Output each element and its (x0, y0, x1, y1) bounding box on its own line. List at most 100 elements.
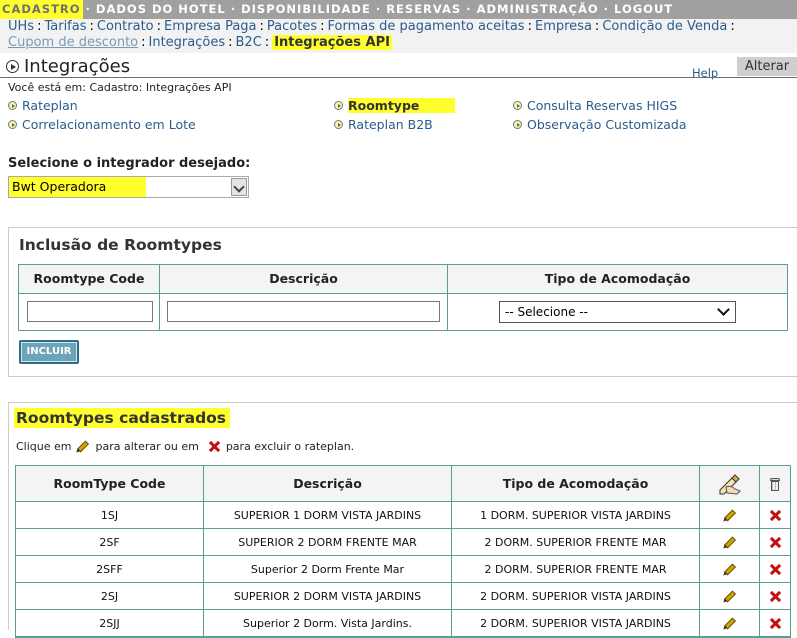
delete-x-icon[interactable] (770, 537, 781, 548)
nav-disponibilidade[interactable]: DISPONIBILIDADE (239, 0, 373, 19)
delete-cell (760, 556, 790, 582)
alterar-tab[interactable]: Alterar (737, 57, 797, 76)
cell-roomtype-code: 2SJJ (99, 616, 120, 630)
menu-consulta-label: Consulta Reservas HIGS (527, 98, 678, 113)
subnav-uhs[interactable]: UHs (8, 19, 34, 34)
subnav-empresa-paga[interactable]: Empresa Paga (164, 19, 257, 34)
menu-consulta-reservas[interactable]: Consulta Reservas HIGS (513, 98, 677, 113)
dropdown-button[interactable] (231, 178, 247, 196)
subnav-separator: : (730, 19, 735, 34)
cell-descricao: SUPERIOR 2 DORM FRENTE MAR (238, 535, 417, 549)
subnav-formas-pagamento[interactable]: Formas de pagamento aceitas (328, 19, 525, 34)
edit-cell (700, 502, 759, 528)
pencil-icon[interactable] (723, 535, 736, 549)
subnav-tarifas[interactable]: Tarifas (44, 19, 86, 34)
arrow-bullet-icon (8, 101, 17, 110)
edit-hand-icon (719, 473, 741, 495)
column-divider (451, 529, 452, 555)
table-row: 1SJ SUPERIOR 1 DORM VISTA JARDINS 1 DORM. … (16, 502, 790, 529)
menu-rateplan-label: Rateplan (22, 98, 78, 113)
column-divider (451, 610, 452, 636)
nav-separator: · (375, 2, 382, 16)
cell-roomtype-code: 2SJ (100, 589, 119, 603)
nav-separator: · (466, 2, 472, 16)
nav-cadastro[interactable]: CADASTRO (0, 0, 83, 19)
column-divider (759, 529, 760, 555)
header-tipo-acomodacao: Tipo de Acomodação (502, 476, 649, 491)
subnav-cupom-desconto[interactable]: Cupom de desconto (8, 35, 138, 50)
cell-tipo-acomodacao: 2 DORM. SUPERIOR VISTA JARDINS (480, 616, 671, 630)
column-divider (451, 502, 452, 528)
pencil-icon[interactable] (723, 616, 736, 630)
nav-reservas[interactable]: RESERVAS (384, 0, 463, 19)
integrator-selected-value: Bwt Operadora (9, 177, 146, 197)
pencil-icon[interactable] (723, 589, 736, 603)
menu-rateplan-b2b[interactable]: Rateplan B2B (334, 117, 433, 132)
menu-correlacionamento-label: Correlacionamento em Lote (22, 117, 196, 132)
subnav-condicao-venda[interactable]: Condição de Venda (602, 19, 727, 34)
column-divider (699, 529, 700, 555)
column-divider (203, 529, 204, 555)
column-divider (759, 466, 760, 501)
delete-x-icon[interactable] (770, 564, 781, 575)
header-delete (760, 466, 790, 501)
menu-rateplan[interactable]: Rateplan (8, 98, 78, 113)
delete-cell (760, 529, 790, 555)
delete-cell (760, 610, 790, 636)
subnav-integracoes[interactable]: Integrações (149, 35, 226, 50)
tipo-acomodacao-value: -- Selecione -- (505, 305, 588, 319)
menu-rateplan-b2b-label: Rateplan B2B (348, 117, 433, 132)
nav-administracao[interactable]: ADMINISTRAÇÃO (475, 0, 601, 19)
arrow-bullet-icon (334, 120, 343, 129)
edit-cell (700, 556, 759, 582)
page-title-text: Integrações (24, 56, 131, 77)
tipo-acomodacao-select[interactable]: -- Selecione -- (499, 301, 736, 323)
incluir-button[interactable]: INCLUIR (19, 340, 79, 364)
delete-x-icon[interactable] (770, 591, 781, 602)
column-divider (759, 610, 760, 636)
pencil-icon[interactable] (723, 562, 736, 576)
integrator-select[interactable]: Bwt Operadora (8, 176, 249, 198)
hint-text-middle: para alterar ou em (95, 440, 199, 453)
subnav-separator: : (141, 35, 146, 50)
table-row: 2SJ SUPERIOR 2 DORM VISTA JARDINS 2 DORM. … (16, 583, 790, 610)
descricao-input[interactable] (167, 301, 440, 322)
table-row: 2SFF Superior 2 Dorm Frente Mar 2 DORM. SU… (16, 556, 790, 583)
title-divider (0, 77, 797, 78)
registered-title: Roomtypes cadastrados (14, 408, 231, 428)
subnav-empresa[interactable]: Empresa (535, 19, 592, 34)
nav-dados-do-hotel[interactable]: DADOS DO HOTEL (94, 0, 228, 19)
nav-logout[interactable]: LOGOUT (612, 0, 675, 19)
cell-roomtype-code: 1SJ (100, 508, 119, 522)
subnav-contrato[interactable]: Contrato (97, 19, 154, 34)
sub-navigation: UHs: Tarifas: Contrato: Empresa Paga: Pacote… (0, 19, 797, 53)
column-divider (759, 556, 760, 582)
trash-icon (770, 477, 780, 491)
col-roomtype-code: Roomtype Code (33, 271, 145, 286)
arrow-bullet-icon (513, 101, 522, 110)
inclusion-title: Inclusão de Roomtypes (19, 236, 222, 254)
subnav-separator: : (264, 35, 270, 50)
column-divider (451, 466, 452, 501)
roomtype-code-input[interactable] (27, 301, 153, 322)
cell-descricao: SUPERIOR 1 DORM VISTA JARDINS (233, 508, 422, 522)
column-divider (699, 466, 700, 501)
menu-roomtype[interactable]: Roomtype (334, 98, 456, 113)
delete-x-icon[interactable] (770, 510, 781, 521)
integrator-label: Selecione o integrador desejado: (8, 156, 251, 171)
column-divider (699, 556, 700, 582)
header-descricao: Descrição (293, 476, 362, 491)
cell-tipo-acomodacao: 1 DORM. SUPERIOR VISTA JARDINS (480, 508, 671, 522)
nav-separator: · (85, 2, 91, 16)
menu-observacao[interactable]: Observação Customizada (513, 117, 687, 132)
column-divider (203, 502, 204, 528)
arrow-bullet-icon (8, 120, 17, 129)
menu-correlacionamento[interactable]: Correlacionamento em Lote (8, 117, 196, 132)
subnav-pacotes[interactable]: Pacotes (267, 19, 317, 34)
delete-x-icon[interactable] (770, 618, 781, 629)
column-divider (699, 610, 700, 636)
subnav-b2c[interactable]: B2C (236, 35, 262, 50)
pencil-icon[interactable] (723, 508, 736, 522)
subnav-integracoes-api[interactable]: Integrações API (272, 35, 392, 50)
cell-tipo-acomodacao: 2 DORM. SUPERIOR FRENTE MAR (484, 535, 667, 549)
